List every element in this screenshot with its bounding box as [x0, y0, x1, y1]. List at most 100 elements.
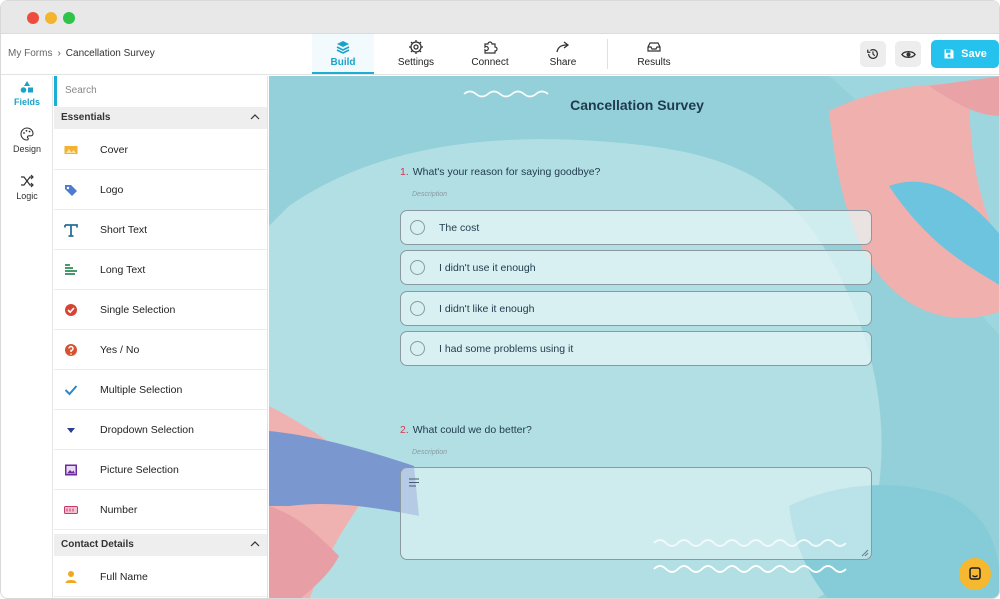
field-item-number[interactable]: Number [54, 490, 267, 530]
chevron-up-icon [250, 114, 260, 120]
breadcrumb: My Forms › Cancellation Survey [8, 48, 155, 59]
eye-icon [900, 50, 916, 58]
answer-option[interactable]: I had some problems using it [400, 331, 872, 366]
radio-circle[interactable] [410, 260, 425, 275]
field-search-input[interactable]: Search [54, 76, 267, 106]
answer-option-label: I had some problems using it [439, 342, 574, 355]
section-title: Contact Details [61, 539, 134, 550]
tab-results[interactable]: Results [624, 34, 684, 74]
shuffle-icon [21, 174, 34, 188]
tab-share-label: Share [549, 57, 577, 68]
tab-connect-label: Connect [471, 57, 509, 68]
answer-option-label: The cost [439, 221, 480, 234]
caret-down-icon [67, 427, 75, 433]
resize-handle-icon[interactable] [861, 549, 869, 557]
preview-button[interactable] [895, 41, 921, 67]
radio-circle[interactable] [410, 301, 425, 316]
rail-item-design-label: Design [12, 144, 41, 154]
person-icon [65, 570, 77, 583]
yes-no-icon [65, 343, 77, 356]
breadcrumb-separator: › [57, 48, 61, 59]
field-item-label: Short Text [100, 223, 148, 236]
text-t-icon [64, 223, 78, 237]
long-text-answer-field[interactable] [400, 467, 872, 560]
field-item-label: Number [100, 503, 138, 516]
number-icon [64, 505, 78, 514]
rail-item-logic[interactable]: Logic [1, 174, 53, 201]
chevron-up-icon [250, 541, 260, 547]
answer-option-label: I didn't use it enough [439, 261, 536, 274]
question-2-title[interactable]: 2. What could we do better? [400, 424, 532, 436]
answer-option[interactable]: The cost [400, 210, 872, 245]
rail-item-logic-label: Logic [16, 191, 38, 201]
tab-build[interactable]: Build [312, 34, 374, 74]
window-titlebar [1, 1, 999, 34]
radio-circle[interactable] [410, 220, 425, 235]
history-icon [867, 49, 878, 59]
question-number: 1. [400, 166, 409, 178]
chat-support-button[interactable] [959, 558, 991, 590]
question-text: What could we do better? [412, 424, 532, 436]
rail-item-design[interactable]: Design [1, 127, 53, 154]
field-item-label: Yes / No [100, 343, 140, 356]
field-item-label: Cover [100, 143, 129, 156]
field-item-short-text[interactable]: Short Text [54, 210, 267, 250]
shapes-icon [20, 81, 33, 93]
field-item-picture-selection[interactable]: Picture Selection [54, 450, 267, 490]
tab-settings[interactable]: Settings [386, 34, 446, 74]
section-title: Essentials [61, 112, 111, 123]
tab-share[interactable]: Share [533, 34, 593, 74]
question-1-title[interactable]: 1. What's your reason for saying goodbye? [400, 166, 600, 178]
field-item-label: Full Name [100, 570, 148, 583]
answer-option[interactable]: I didn't use it enough [400, 250, 872, 285]
palette-icon [20, 127, 34, 141]
form-canvas: Cancellation Survey 1. What's your reason… [269, 76, 999, 598]
field-item-label: Multiple Selection [100, 383, 183, 396]
tab-connect[interactable]: Connect [460, 34, 520, 74]
breadcrumb-root-link[interactable]: My Forms [8, 48, 52, 59]
puzzle-icon [484, 41, 498, 54]
close-window-button[interactable] [27, 12, 39, 24]
tag-icon [65, 184, 77, 196]
field-item-multiple-selection[interactable]: Multiple Selection [54, 370, 267, 410]
floppy-disk-icon [944, 49, 954, 59]
gear-icon [409, 40, 423, 54]
inbox-icon [647, 42, 661, 52]
section-header-contact-details[interactable]: Contact Details [54, 534, 267, 556]
save-button[interactable]: Save [931, 40, 999, 68]
question-2-description[interactable]: Description [412, 449, 447, 456]
rail-item-fields[interactable]: Fields [1, 80, 53, 107]
field-item-label: Picture Selection [100, 463, 179, 476]
tab-build-label: Build [330, 57, 356, 68]
field-item-label: Long Text [100, 263, 146, 276]
field-item-full-name[interactable]: Full Name [54, 557, 267, 597]
question-1-description[interactable]: Description [412, 191, 447, 198]
tab-settings-label: Settings [397, 57, 435, 68]
field-item-logo[interactable]: Logo [54, 170, 267, 210]
question-number: 2. [400, 424, 409, 436]
field-item-long-text[interactable]: Long Text [54, 250, 267, 290]
field-item-cover[interactable]: Cover [54, 130, 267, 170]
layers-icon [336, 41, 350, 54]
field-item-yes-no[interactable]: Yes / No [54, 330, 267, 370]
save-button-label: Save [961, 48, 987, 60]
share-arrow-icon [556, 41, 570, 53]
chat-icon [969, 567, 981, 580]
answer-option[interactable]: I didn't like it enough [400, 291, 872, 326]
check-circle-icon [65, 303, 77, 316]
form-title[interactable]: Cancellation Survey [269, 97, 999, 113]
rail-item-fields-label: Fields [13, 97, 40, 107]
tab-results-label: Results [637, 57, 671, 68]
minimize-window-button[interactable] [45, 12, 57, 24]
answer-option-label: I didn't like it enough [439, 302, 535, 315]
section-header-essentials[interactable]: Essentials [54, 107, 267, 129]
field-item-label: Dropdown Selection [100, 423, 194, 436]
radio-circle[interactable] [410, 341, 425, 356]
app-window: My Forms › Cancellation Survey Build Setti… [0, 0, 1000, 599]
field-item-dropdown-selection[interactable]: Dropdown Selection [54, 410, 267, 450]
maximize-window-button[interactable] [63, 12, 75, 24]
history-button[interactable] [860, 41, 886, 67]
field-item-single-selection[interactable]: Single Selection [54, 290, 267, 330]
picture-icon [65, 464, 77, 475]
field-item-label: Logo [100, 183, 124, 196]
